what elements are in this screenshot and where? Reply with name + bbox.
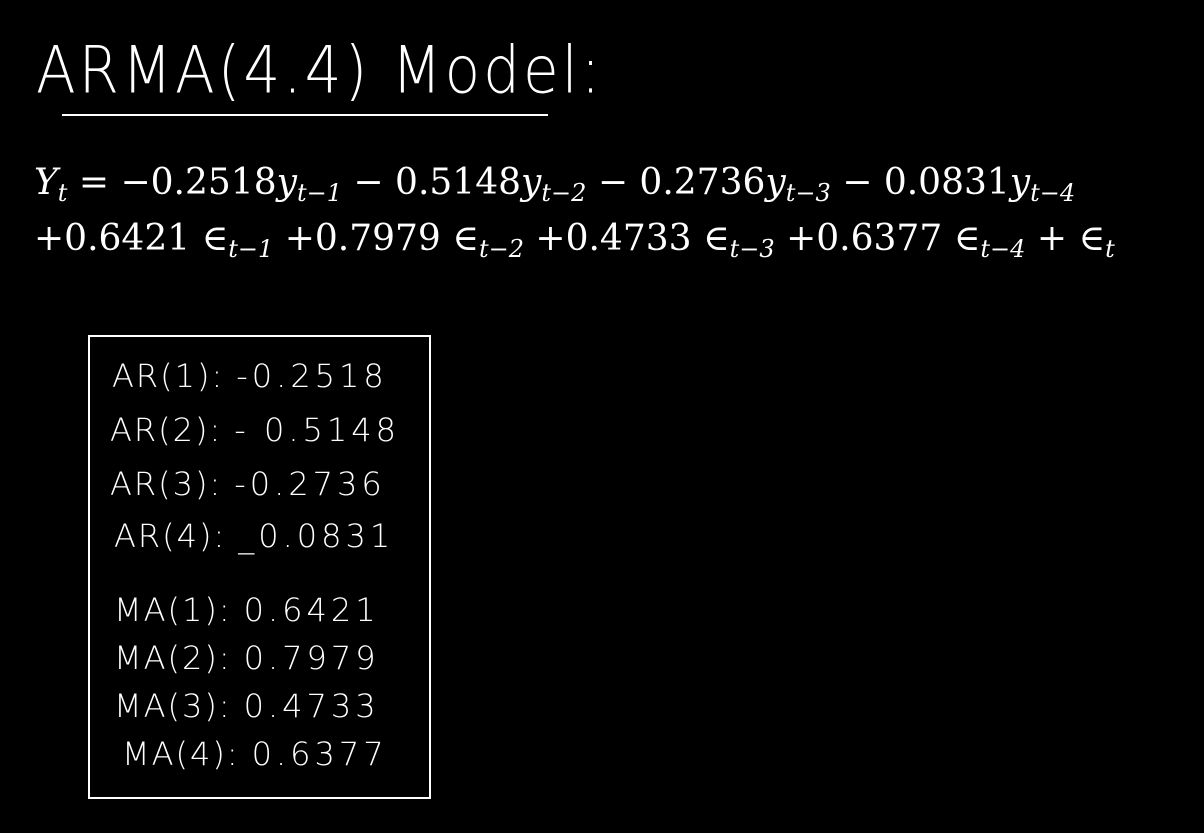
coefficient-row-ma-2: MA(2): 0.7979 bbox=[114, 639, 380, 677]
equation-term-prefix: − 0.5148 bbox=[341, 162, 521, 203]
coefficient-label: AR(1): bbox=[112, 357, 225, 395]
coefficient-row-ma-4: MA(4): 0.6377 bbox=[122, 735, 388, 773]
equation-term-prefix: +0.4733 bbox=[523, 218, 703, 259]
coefficient-value: -0.2518 bbox=[236, 357, 388, 395]
equation-term-subscript: t−1 bbox=[296, 179, 342, 207]
title-underline bbox=[62, 114, 548, 116]
equation-term-variable: ∈ bbox=[201, 218, 229, 259]
coefficient-row-ar-4: AR(4): _0.0831 bbox=[114, 517, 394, 555]
equation-term-variable: y bbox=[276, 162, 297, 203]
coefficient-label: AR(4): bbox=[114, 517, 227, 555]
equation-term-subscript: t−2 bbox=[478, 235, 524, 263]
equation-term-variable: y bbox=[521, 162, 542, 203]
equation-term-variable: ∈ bbox=[452, 218, 479, 259]
coefficient-row-ar-2: AR(2): - 0.5148 bbox=[110, 411, 400, 449]
equation-term-variable: ∈ bbox=[953, 218, 981, 259]
page-title: ARMA(4.4) Model: bbox=[36, 32, 604, 109]
equation-term-variable: y bbox=[765, 162, 786, 203]
equation-term-subscript: t−3 bbox=[729, 235, 775, 263]
equation-line-1: Yt = −0.2518yt−1 − 0.5148yt−2 − 0.2736yt… bbox=[34, 162, 1075, 207]
equation-term-subscript: t−1 bbox=[228, 235, 274, 263]
coefficient-value: -0.2736 bbox=[234, 465, 386, 503]
equation-term-prefix: − 0.0831 bbox=[830, 162, 1010, 203]
equation-term-variable: ∈ bbox=[702, 218, 730, 259]
coefficient-label: MA(1): bbox=[114, 591, 232, 629]
equation-term-subscript: t−4 bbox=[1030, 179, 1076, 207]
equation-term-subscript: t bbox=[1105, 235, 1115, 263]
coefficient-value: _0.0831 bbox=[238, 517, 395, 555]
equation-term-subscript: t−3 bbox=[785, 179, 831, 207]
equation-term-variable: ∈ bbox=[1078, 218, 1106, 259]
equation-term-prefix: = −0.2518 bbox=[67, 162, 277, 203]
equation-term-prefix: +0.6377 bbox=[774, 218, 954, 259]
coefficient-label: MA(4): bbox=[122, 735, 240, 773]
coefficient-label: MA(2): bbox=[114, 639, 232, 677]
equation-term-subscript: t−4 bbox=[980, 235, 1026, 263]
equation-term-subscript: t−2 bbox=[541, 179, 587, 207]
coefficient-label: MA(3): bbox=[114, 687, 232, 725]
coefficient-row-ma-1: MA(1): 0.6421 bbox=[114, 591, 380, 629]
coefficient-row-ar-3: AR(3): -0.2736 bbox=[110, 465, 386, 503]
equation-lhs-subscript: t bbox=[57, 179, 68, 207]
equation-term-prefix: +0.6421 bbox=[34, 218, 202, 259]
coefficient-label: AR(3): bbox=[110, 465, 223, 503]
coefficient-value: 0.7979 bbox=[243, 639, 380, 677]
equation-term-variable: y bbox=[1009, 162, 1031, 203]
coefficient-box: AR(1): -0.2518 AR(2): - 0.5148 AR(3): -0.27… bbox=[88, 335, 431, 799]
coefficient-value: 0.6421 bbox=[243, 591, 380, 629]
equation-term-prefix: − 0.2736 bbox=[586, 162, 766, 203]
coefficient-label: AR(2): bbox=[110, 411, 223, 449]
coefficient-value: - 0.5148 bbox=[234, 411, 400, 449]
coefficient-row-ma-3: MA(3): 0.4733 bbox=[114, 687, 380, 725]
equation-term-prefix: + bbox=[1025, 218, 1079, 259]
equation-lhs: Y bbox=[34, 162, 58, 203]
coefficient-value: 0.4733 bbox=[243, 687, 380, 725]
coefficient-row-ar-1: AR(1): -0.2518 bbox=[112, 357, 388, 395]
equation-term-prefix: +0.7979 bbox=[273, 218, 453, 259]
equation-line-2: +0.6421 ∈t−1 +0.7979 ∈t−2 +0.4733 ∈t−3 +… bbox=[34, 218, 1115, 263]
coefficient-value: 0.6377 bbox=[251, 735, 388, 773]
